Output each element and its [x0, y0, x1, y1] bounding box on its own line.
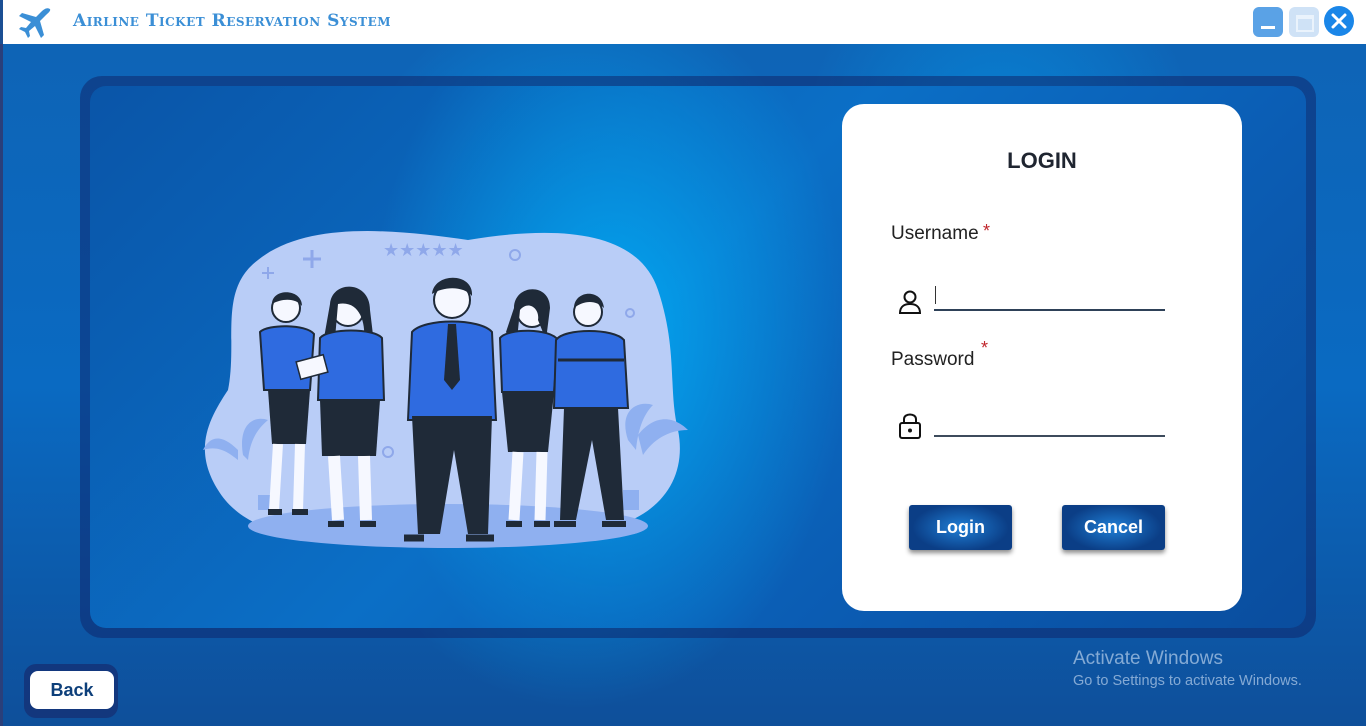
password-input[interactable]: [934, 408, 1169, 436]
watermark-title: Activate Windows: [1073, 648, 1223, 669]
login-card: LOGIN Username * Password * Login Cancel: [842, 104, 1242, 611]
password-required-marker: *: [981, 338, 989, 358]
close-icon: [1331, 13, 1347, 29]
username-input[interactable]: [934, 282, 1169, 310]
business-team-illustration: ★★★★★: [203, 231, 688, 548]
activate-windows-watermark: Activate Windows Go to Settings to activ…: [1073, 648, 1302, 689]
watermark-subtitle: Go to Settings to activate Windows.: [1073, 673, 1302, 689]
password-underline: [934, 435, 1165, 437]
title-bar: Airline Ticket Reservation System: [0, 0, 1366, 44]
window-left-edge: [0, 44, 3, 726]
username-underline: [934, 309, 1165, 311]
username-label: Username: [891, 223, 979, 244]
cancel-button[interactable]: Cancel: [1062, 505, 1165, 550]
user-icon: [898, 290, 922, 314]
back-button[interactable]: Back: [30, 671, 114, 709]
minimize-button[interactable]: [1253, 7, 1283, 37]
app-title: Airline Ticket Reservation System: [73, 11, 392, 31]
username-required-marker: *: [983, 221, 991, 241]
airplane-icon: [19, 8, 51, 38]
text-caret: [935, 286, 936, 304]
maximize-button[interactable]: [1289, 7, 1319, 37]
login-button[interactable]: Login: [909, 505, 1012, 550]
login-title: LOGIN: [1007, 148, 1077, 173]
svg-text:★★★★★: ★★★★★: [383, 240, 464, 261]
main-panel: ★★★★★ LOGIN Username * Password * Login …: [0, 44, 1366, 726]
lock-icon: [899, 413, 921, 439]
close-button[interactable]: [1324, 6, 1354, 36]
password-label: Password: [891, 349, 975, 370]
